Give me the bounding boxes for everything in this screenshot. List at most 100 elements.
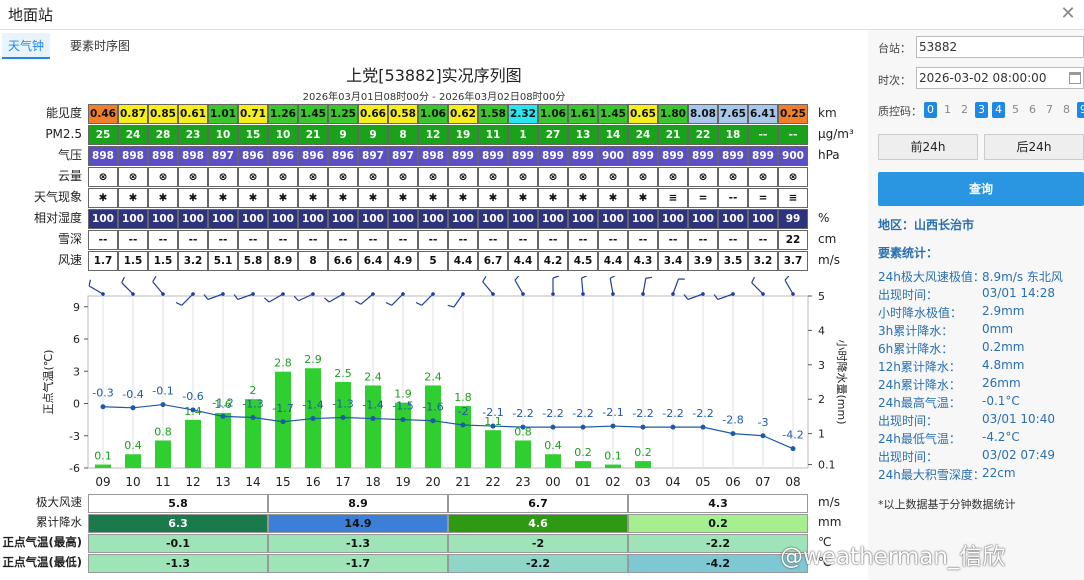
right-tick-label: 2: [818, 393, 825, 406]
stat-key: 12h累计降水：: [878, 360, 961, 374]
prev-24h-button[interactable]: 前24h: [878, 134, 978, 160]
row-label: 云量: [57, 169, 82, 183]
grid-cell: 8.08: [688, 104, 718, 124]
qc-code-6[interactable]: 6: [1026, 102, 1039, 118]
grid-cell: 897: [388, 146, 418, 166]
left-tick-label: 6: [73, 333, 80, 346]
precip-bar: [545, 454, 561, 468]
close-icon[interactable]: ✕: [1056, 3, 1080, 25]
grid-cell: ⊗: [388, 167, 418, 187]
stats-note: *以上数据基于分钟数据统计: [878, 498, 1016, 511]
temp-label: -2.2: [662, 407, 683, 420]
summary-cell: 4.6: [448, 514, 628, 533]
grid-cell: 8.9: [268, 251, 298, 271]
calendar-icon[interactable]: [1069, 72, 1081, 84]
grid-cell: 6.41: [748, 104, 778, 124]
grid-cell: 24: [628, 125, 658, 145]
grid-cell: 898: [118, 146, 148, 166]
temp-label: -0.3: [92, 387, 113, 400]
grid-cell: 100: [658, 209, 688, 229]
x-tick-label: 05: [695, 475, 710, 489]
grid-cell: ⊗: [658, 167, 688, 187]
grid-cell: 100: [118, 209, 148, 229]
grid-cell: 0.25: [778, 104, 808, 124]
temp-point: [670, 424, 676, 430]
grid-cell: 22: [688, 125, 718, 145]
grid-cell: --: [298, 230, 328, 250]
grid-cell: 12: [418, 125, 448, 145]
region-label: 地区：山西长治市: [878, 218, 975, 232]
grid-cell: 899: [508, 146, 538, 166]
temp-point: [400, 417, 406, 423]
tab-element-timeseries[interactable]: 要素时序图: [64, 33, 136, 59]
station-input[interactable]: 53882: [916, 36, 1084, 58]
grid-cell: 899: [448, 146, 478, 166]
qc-code-1[interactable]: 1: [941, 102, 954, 118]
precip-bar: [125, 454, 141, 468]
temp-label: -2.2: [572, 407, 593, 420]
precip-bar: [425, 385, 441, 468]
title-bar: 地面站 ✕: [0, 0, 1084, 30]
next-24h-button[interactable]: 后24h: [984, 134, 1084, 160]
grid-cell: 100: [478, 209, 508, 229]
grid-cell: ⊗: [778, 167, 808, 187]
qc-code-8[interactable]: 8: [1060, 102, 1073, 118]
precip-bar-label: 0.2: [574, 446, 592, 459]
wind-barb: [784, 276, 795, 296]
temp-label: -2.8: [722, 414, 743, 427]
grid-cell: ⊗: [208, 167, 238, 187]
grid-cell: 100: [568, 209, 598, 229]
x-tick-label: 02: [605, 475, 620, 489]
grid-cell: --: [628, 230, 658, 250]
x-tick-label: 08: [785, 475, 800, 489]
precip-bar: [335, 382, 351, 468]
grid-cell: 9: [358, 125, 388, 145]
grid-cell: --: [478, 230, 508, 250]
x-tick-label: 11: [155, 475, 170, 489]
precip-bar-label: 2.9: [304, 353, 322, 366]
grid-cell: ⊗: [628, 167, 658, 187]
query-button[interactable]: 查询: [878, 172, 1084, 206]
x-tick-label: 19: [395, 475, 410, 489]
grid-cell: --: [718, 230, 748, 250]
tab-weather-clock[interactable]: 天气钟: [2, 33, 51, 59]
temp-point: [520, 424, 526, 430]
temp-label: -2.2: [512, 407, 533, 420]
precip-bar: [515, 440, 531, 468]
precip-bar-label: 0.4: [544, 439, 562, 452]
grid-cell: 1.06: [418, 104, 448, 124]
grid-cell: --: [658, 230, 688, 250]
grid-cell: ⊗: [598, 167, 628, 187]
precip-bar-label: 2.4: [364, 370, 382, 383]
qc-code-4[interactable]: 4: [992, 102, 1005, 118]
qc-code-3[interactable]: 3: [975, 102, 988, 118]
temp-point: [100, 404, 106, 410]
qc-code-7[interactable]: 7: [1043, 102, 1056, 118]
grid-cell: ⊗: [688, 167, 718, 187]
grid-cell: ⊗: [268, 167, 298, 187]
tab-bar: 天气钟 要素时序图: [0, 33, 868, 61]
temp-line: [102, 403, 794, 450]
grid-cell: --: [448, 230, 478, 250]
time-input[interactable]: 2026-03-02 08:00:00: [916, 67, 1084, 89]
grid-cell: 2.32: [508, 104, 538, 124]
grid-cell: 1.58: [478, 104, 508, 124]
temp-point: [250, 414, 256, 420]
qc-code-9[interactable]: 9: [1077, 102, 1084, 118]
qc-code-5[interactable]: 5: [1009, 102, 1022, 118]
grid-cell: =: [748, 188, 778, 208]
summary-unit: m/s: [818, 495, 840, 509]
temp-point: [760, 433, 766, 439]
x-tick-label: 12: [185, 475, 200, 489]
grid-cell: 899: [688, 146, 718, 166]
grid-cell: 4.4: [598, 251, 628, 271]
stat-value: -4.2°C: [982, 430, 1020, 444]
x-tick-label: 15: [275, 475, 290, 489]
grid-cell: ✱: [388, 188, 418, 208]
grid-cell: 899: [658, 146, 688, 166]
precip-bar-label: 2.4: [424, 370, 442, 383]
qc-code-0[interactable]: 0: [924, 102, 937, 118]
row-label: 雪深: [57, 232, 82, 246]
qc-code-2[interactable]: 2: [958, 102, 971, 118]
grid-cell: 3.2: [748, 251, 778, 271]
